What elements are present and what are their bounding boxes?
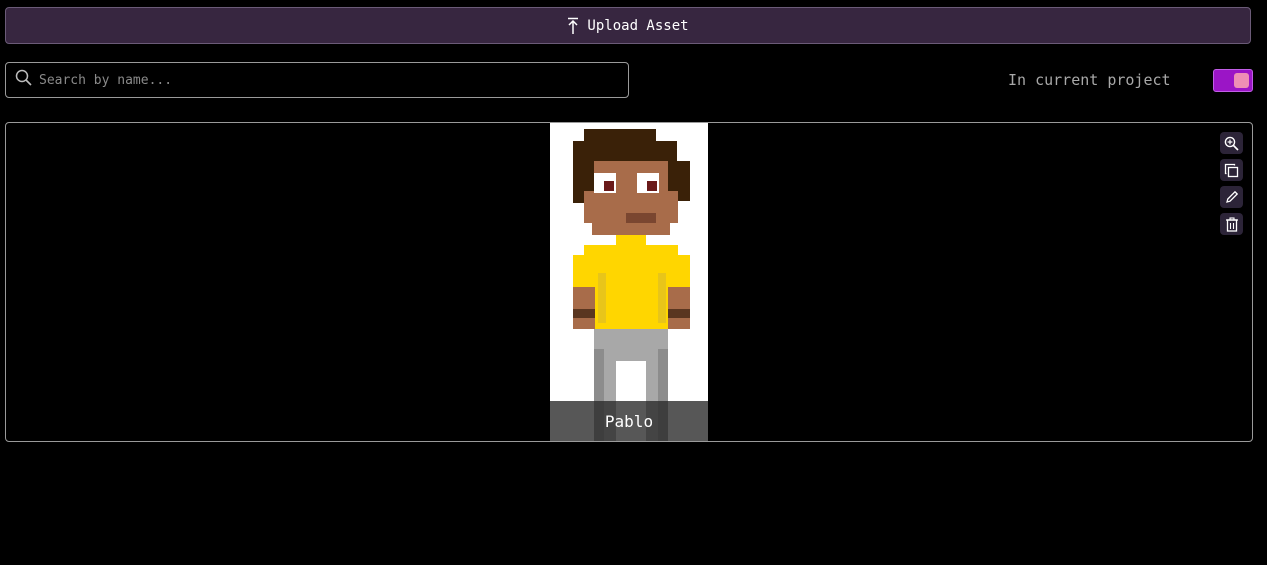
search-icon xyxy=(15,69,33,91)
in-current-project-toggle[interactable] xyxy=(1213,69,1253,92)
edit-button[interactable] xyxy=(1220,186,1243,208)
in-current-project-label: In current project xyxy=(1008,71,1171,89)
upload-asset-label: Upload Asset xyxy=(587,17,689,34)
asset-name: Pablo xyxy=(550,401,708,441)
toggle-knob xyxy=(1234,73,1249,88)
asset-toolbar xyxy=(1220,132,1243,235)
zoom-in-icon xyxy=(1224,136,1239,151)
copy-button[interactable] xyxy=(1220,159,1243,181)
search-box xyxy=(5,62,629,98)
asset-gallery: Pablo xyxy=(5,122,1253,442)
upload-icon xyxy=(567,17,579,35)
search-input[interactable] xyxy=(39,72,599,88)
asset-thumbnail xyxy=(573,129,690,441)
asset-card[interactable]: Pablo xyxy=(550,123,708,441)
copy-icon xyxy=(1224,163,1239,178)
delete-button[interactable] xyxy=(1220,213,1243,235)
upload-asset-button[interactable]: Upload Asset xyxy=(5,7,1251,44)
pencil-icon xyxy=(1225,190,1239,204)
zoom-button[interactable] xyxy=(1220,132,1243,154)
trash-icon xyxy=(1225,216,1239,232)
